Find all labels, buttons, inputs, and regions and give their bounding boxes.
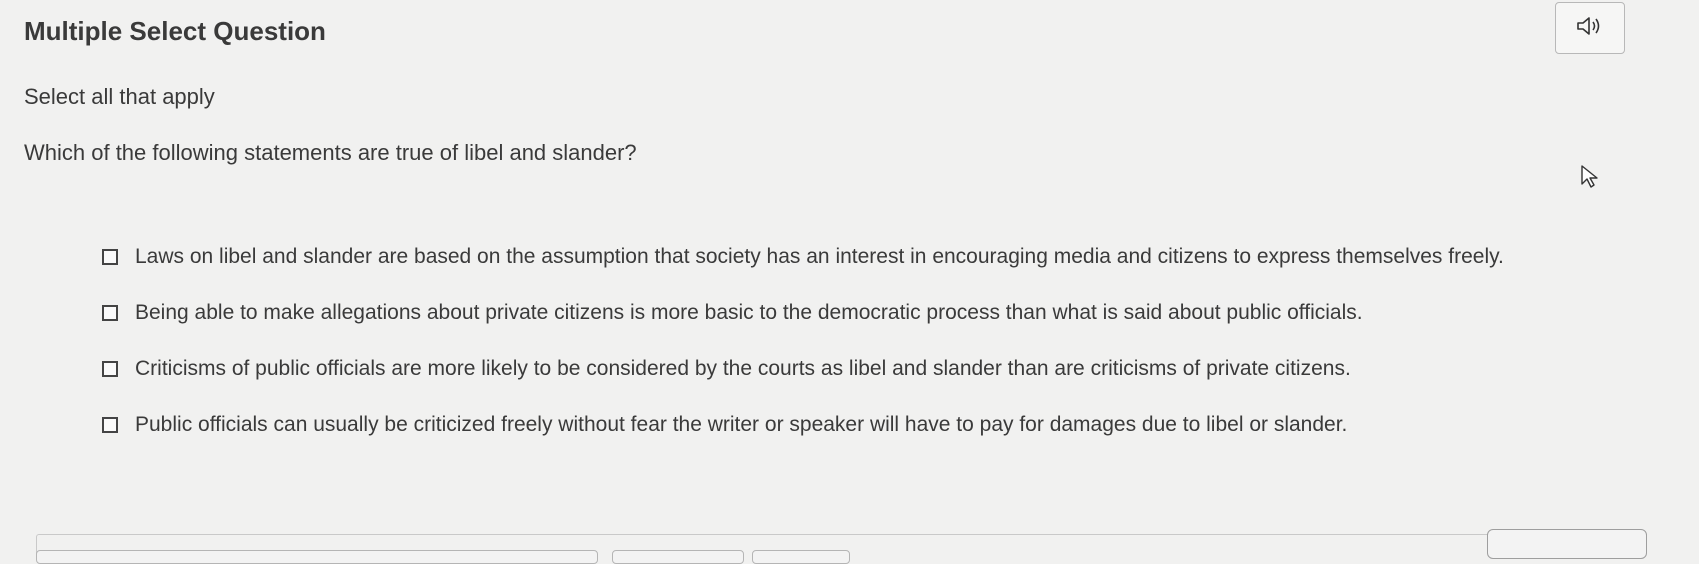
option-label: Being able to make allegations about pri… <box>135 301 1363 324</box>
nav-button[interactable] <box>36 550 598 564</box>
reading-button[interactable] <box>1487 529 1647 559</box>
option-label: Laws on libel and slander are based on t… <box>135 245 1504 268</box>
answer-option[interactable]: Laws on libel and slander are based on t… <box>102 243 1659 271</box>
read-aloud-button[interactable] <box>1555 2 1625 54</box>
answer-options: Laws on libel and slander are based on t… <box>102 243 1659 467</box>
answer-option[interactable]: Being able to make allegations about pri… <box>102 299 1659 327</box>
answer-option[interactable]: Criticisms of public officials are more … <box>102 355 1659 383</box>
question-prompt: Which of the following statements are tr… <box>24 140 637 165</box>
instruction-text: Select all that apply <box>24 84 215 109</box>
option-checkbox[interactable] <box>102 305 118 321</box>
option-checkbox[interactable] <box>102 361 118 377</box>
question-type-title: Multiple Select Question <box>24 16 326 46</box>
speaker-icon <box>1575 14 1605 43</box>
option-checkbox[interactable] <box>102 249 118 265</box>
nav-button[interactable] <box>612 550 744 564</box>
option-checkbox[interactable] <box>102 417 118 433</box>
nav-button[interactable] <box>752 550 850 564</box>
option-label: Criticisms of public officials are more … <box>135 357 1351 380</box>
mouse-pointer-icon <box>1580 164 1600 195</box>
answer-option[interactable]: Public officials can usually be criticiz… <box>102 411 1659 439</box>
option-label: Public officials can usually be criticiz… <box>135 413 1348 436</box>
